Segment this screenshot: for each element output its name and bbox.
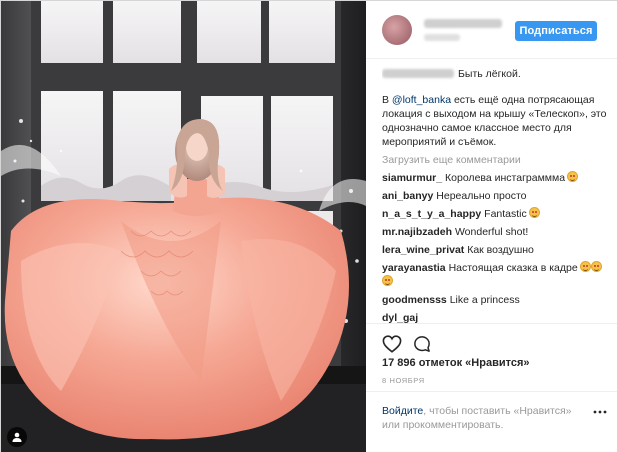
comment-username[interactable]: siamurmur_ [382, 172, 442, 184]
load-more-comments-link[interactable]: Загрузить еще комментарии [382, 153, 608, 167]
ellipsis-icon [593, 410, 607, 414]
follow-button[interactable]: Подписаться [515, 21, 597, 41]
comment-item: goodmensss Like a princess [382, 293, 608, 307]
comment-text: Fantastic [484, 208, 527, 220]
more-options-button[interactable] [592, 406, 608, 418]
caption-text: Быть лёгкой. [458, 68, 521, 80]
comment-item: ani_banyy Нереально просто [382, 189, 608, 203]
heart-icon [382, 335, 402, 353]
tagged-people-button[interactable] [7, 427, 27, 447]
comment-username[interactable]: goodmensss [382, 294, 447, 306]
caption: Быть лёгкой. [382, 67, 608, 81]
username-blurred[interactable] [424, 19, 502, 28]
post-header: Подписаться [366, 1, 617, 59]
likes-count[interactable]: 17 896 отметок «Нравится» [382, 357, 530, 369]
comment-username[interactable]: yarayanastia [382, 262, 446, 274]
mention-link[interactable]: @loft_banka [392, 94, 451, 106]
post-photo[interactable] [1, 1, 366, 452]
comment-text: Like a princess [449, 294, 520, 306]
caption-paragraph: В @loft_banka есть ещё одна потрясающая … [382, 93, 608, 149]
post-date[interactable]: 8 НОЯБРЯ [382, 376, 425, 385]
comment-bubble-icon [414, 336, 430, 352]
emoji-icon [382, 275, 393, 286]
caption-author-blurred[interactable] [382, 69, 454, 78]
photo-illustration [1, 1, 366, 452]
comment-text: Wonderful shot! [454, 226, 529, 238]
comment-list: siamurmur_ Королева инстаграммма ani_bany… [382, 171, 608, 323]
caption-paragraph-prefix: В [382, 94, 392, 106]
comment-text: Настоящая сказка в кадре [448, 262, 578, 274]
comment-button[interactable] [412, 334, 432, 354]
login-link[interactable]: Войдите [382, 405, 423, 417]
comment-text: Королева инстаграммма [445, 172, 566, 184]
comment-username[interactable]: n_a_s_t_y_a_happy [382, 208, 481, 220]
like-button[interactable] [382, 334, 402, 354]
emoji-icon [579, 261, 591, 272]
location-blurred[interactable] [424, 34, 460, 41]
post-actions: 17 896 отметок «Нравится» 8 НОЯБРЯ Войди… [366, 323, 617, 452]
post-side-panel: Подписаться Быть лёгкой. В @loft_banka е… [366, 1, 617, 452]
comment-username[interactable]: ani_banyy [382, 190, 433, 202]
comment-username[interactable]: mr.najibzadeh [382, 226, 452, 238]
person-tag-icon [12, 432, 22, 442]
comment-item: siamurmur_ Королева инстаграммма [382, 171, 608, 185]
comment-item: dyl_gaj [382, 311, 608, 323]
comment-item: n_a_s_t_y_a_happy Fantastic [382, 207, 608, 221]
instagram-post: Подписаться Быть лёгкой. В @loft_banka е… [0, 0, 617, 452]
emoji-icon [590, 261, 602, 272]
avatar[interactable] [382, 15, 412, 45]
emoji-icon [567, 171, 579, 182]
emoji-icon [528, 207, 540, 218]
login-text: Войдите, чтобы поставить «Нравится» или … [382, 404, 572, 432]
comments-section: Быть лёгкой. В @loft_banka есть ещё одна… [382, 65, 608, 323]
comment-item: mr.najibzadeh Wonderful shot! [382, 225, 608, 239]
comment-text: Как воздушно [467, 244, 534, 256]
comment-item: lera_wine_privat Как воздушно [382, 243, 608, 257]
comment-username[interactable]: lera_wine_privat [382, 244, 464, 256]
comment-username[interactable]: dyl_gaj [382, 312, 418, 323]
comment-item: yarayanastia Настоящая сказка в кадре [382, 261, 608, 289]
comment-text: Нереально просто [436, 190, 527, 202]
login-prompt: Войдите, чтобы поставить «Нравится» или … [366, 391, 617, 452]
